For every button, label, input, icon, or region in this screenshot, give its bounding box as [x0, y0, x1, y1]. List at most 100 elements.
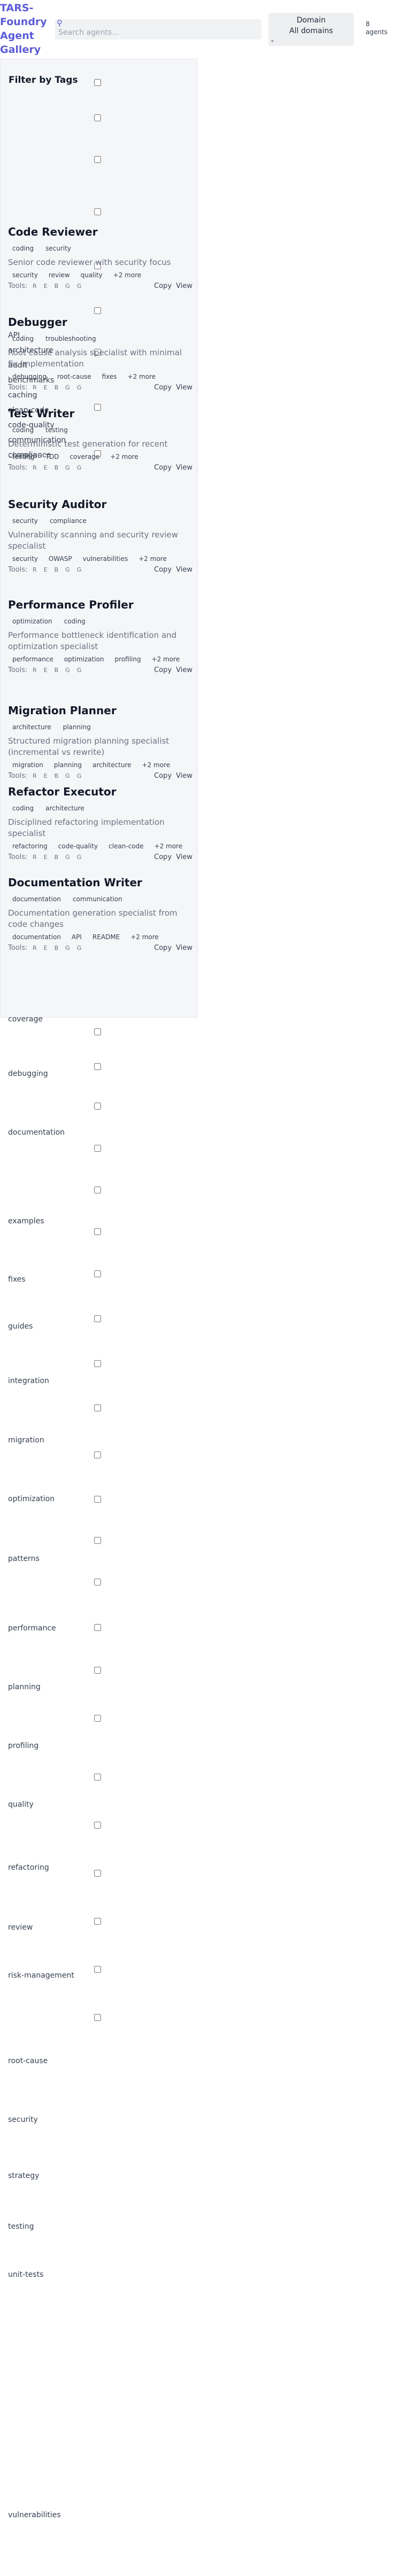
agent-tag-pill[interactable]: coding — [8, 334, 38, 344]
tag-filter-checkbox[interactable] — [94, 1966, 101, 1973]
copy-button[interactable]: Copy — [154, 384, 172, 392]
tag-filter-checkbox[interactable] — [94, 1496, 101, 1503]
agent-tag-pill[interactable]: optimization — [8, 616, 57, 626]
copy-button[interactable]: Copy — [154, 566, 172, 574]
tag-filter-checkbox[interactable] — [94, 1228, 101, 1235]
tag-filter-checkbox[interactable] — [94, 79, 101, 86]
view-button[interactable]: View — [176, 282, 192, 290]
agent-card-keywords: performance optimization profiling +2 more — [8, 654, 184, 664]
tag-filter-checkbox[interactable] — [94, 1774, 101, 1781]
copy-button[interactable]: Copy — [154, 464, 172, 472]
view-button[interactable]: View — [176, 944, 192, 952]
tag-filter-checkbox[interactable] — [94, 1918, 101, 1925]
tag-filter-checkbox[interactable] — [94, 156, 101, 163]
tag-filter-checkbox[interactable] — [94, 1028, 101, 1035]
tag-filter-checkbox[interactable] — [94, 1451, 101, 1458]
agent-keyword: documentation — [12, 933, 61, 941]
tool-icon: R — [33, 566, 37, 573]
agent-card[interactable]: Security Auditor security compliance Vulner… — [8, 498, 192, 578]
agent-card-description: Documentation generation specialist from… — [8, 908, 177, 929]
agent-tag-pill[interactable]: troubleshooting — [41, 334, 100, 344]
agent-tag-pill[interactable]: communication — [68, 894, 127, 904]
view-button[interactable]: View — [176, 384, 192, 392]
tag-filter-label: coverage — [8, 1015, 43, 1024]
agent-tag-pill[interactable]: coding — [8, 244, 38, 253]
agent-tag-pill[interactable]: architecture — [41, 803, 89, 813]
agent-card[interactable]: Performance Profiler optimization coding Pe… — [8, 598, 192, 678]
tool-icons: REBGG — [33, 283, 88, 290]
agent-tag-pill[interactable]: documentation — [8, 894, 65, 904]
tag-filter-checkbox[interactable] — [94, 1186, 101, 1193]
tool-icon: R — [33, 384, 37, 391]
view-button[interactable]: View — [176, 666, 192, 674]
agent-keyword: +2 more — [113, 271, 142, 279]
copy-button[interactable]: Copy — [154, 772, 172, 780]
agent-card-tags: coding architecture — [8, 803, 89, 813]
agent-tag-pill[interactable]: security — [41, 244, 75, 253]
search-input[interactable] — [57, 27, 257, 38]
agent-tag-pill[interactable]: testing — [41, 425, 72, 435]
tool-icon: G — [76, 854, 82, 861]
tag-filter-checkbox[interactable] — [94, 1315, 101, 1322]
tool-icon: G — [76, 667, 82, 674]
agent-tag-pill[interactable]: coding — [8, 425, 38, 435]
agent-tag-pill[interactable]: security — [8, 516, 42, 526]
agent-card-tags: security compliance — [8, 516, 91, 526]
tag-filter-checkbox[interactable] — [94, 1715, 101, 1722]
tag-filter-checkbox[interactable] — [94, 1103, 101, 1110]
tag-filter-checkbox[interactable] — [94, 307, 101, 314]
copy-button[interactable]: Copy — [154, 282, 172, 290]
tag-filter-checkbox[interactable] — [94, 1624, 101, 1631]
tool-icon: B — [54, 566, 59, 573]
tool-icons: REBGG — [33, 566, 88, 573]
tag-filter-checkbox[interactable] — [94, 1667, 101, 1674]
tag-filter-label: examples — [8, 1217, 44, 1225]
view-button[interactable]: View — [176, 853, 192, 861]
tag-filter-checkbox[interactable] — [94, 1063, 101, 1070]
agent-card[interactable]: Documentation Writer documentation communi… — [8, 876, 192, 956]
view-button[interactable]: View — [176, 566, 192, 574]
tools-label: Tools: — [8, 666, 28, 674]
agent-tag-pill[interactable]: architecture — [8, 722, 56, 732]
agent-card-title: Code Reviewer — [8, 225, 98, 238]
agent-tag-pill[interactable]: compliance — [45, 516, 91, 526]
search-box[interactable]: ⚲ — [55, 18, 261, 40]
tag-filter-checkbox[interactable] — [94, 1360, 101, 1367]
tag-filter-checkbox[interactable] — [94, 1404, 101, 1411]
agent-card[interactable]: Debugger coding troubleshooting Root cause … — [8, 316, 192, 396]
agent-card[interactable]: Code Reviewer coding security Senior code r… — [8, 225, 192, 306]
tag-filter-checkbox[interactable] — [94, 208, 101, 215]
tool-icon: G — [76, 944, 82, 951]
agent-tag-pill[interactable]: coding — [8, 803, 38, 813]
tag-filter-checkbox[interactable] — [94, 2014, 101, 2021]
tag-filter-checkbox[interactable] — [94, 1537, 101, 1544]
tag-filter-checkbox[interactable] — [94, 1822, 101, 1829]
tool-icons: REBGG — [33, 854, 88, 861]
agent-keyword: +2 more — [142, 761, 171, 769]
tag-filter-checkbox[interactable] — [94, 1145, 101, 1152]
view-button[interactable]: View — [176, 464, 192, 472]
copy-button[interactable]: Copy — [154, 666, 172, 674]
view-button[interactable]: View — [176, 772, 192, 780]
agent-card-title: Refactor Executor — [8, 785, 117, 798]
agent-tag-pill[interactable]: coding — [60, 616, 90, 626]
tag-filter-checkbox[interactable] — [94, 1270, 101, 1277]
agent-card[interactable]: Refactor Executor coding architecture Disci… — [8, 785, 192, 865]
tool-icon: R — [33, 854, 37, 861]
tag-filter-label: optimization — [8, 1495, 55, 1503]
tag-filter-label: performance — [8, 1624, 56, 1633]
agent-tag-pill[interactable]: planning — [59, 722, 95, 732]
agent-keyword: security — [12, 271, 38, 279]
tag-filter-checkbox[interactable] — [94, 1579, 101, 1586]
tag-filter-checkbox[interactable] — [94, 114, 101, 121]
domain-select[interactable]: Domain All domains ⌄ — [268, 13, 354, 46]
copy-button[interactable]: Copy — [154, 944, 172, 952]
tag-filter-checkbox[interactable] — [94, 1870, 101, 1877]
agent-card-description: Performance bottleneck identification an… — [8, 630, 177, 651]
agent-card-title: Migration Planner — [8, 704, 117, 717]
agent-card-description: Disciplined refactoring implementation s… — [8, 817, 165, 838]
agent-card[interactable]: Test Writer coding testing Deterministic te… — [8, 407, 192, 487]
agent-card-keywords: security OWASP vulnerabilities +2 more — [8, 554, 171, 564]
agent-card[interactable]: Migration Planner architecture planning Str… — [8, 704, 192, 784]
copy-button[interactable]: Copy — [154, 853, 172, 861]
